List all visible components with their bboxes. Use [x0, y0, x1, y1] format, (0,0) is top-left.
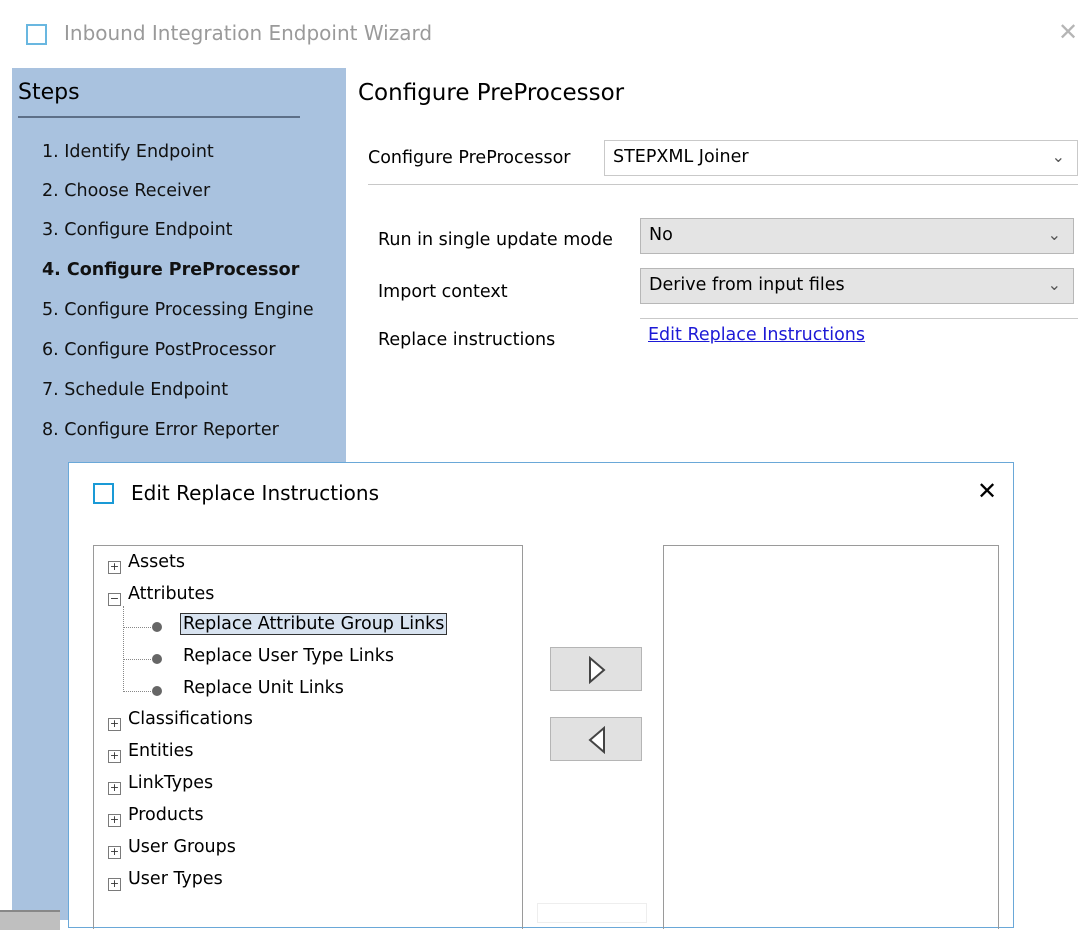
selected-instructions-list[interactable] — [663, 545, 999, 929]
sidebar-footer — [0, 910, 60, 930]
divider — [368, 184, 1078, 185]
steps-title: Steps — [18, 80, 80, 105]
leaf-icon — [152, 654, 162, 664]
step-configure-processing-engine[interactable]: 5. Configure Processing Engine — [42, 300, 314, 320]
import-context-value: Derive from input files — [649, 275, 845, 295]
tree-node-products[interactable]: Products — [128, 805, 204, 825]
replace-instructions-field: Edit Replace Instructions — [640, 318, 1078, 357]
remove-button[interactable] — [550, 717, 642, 761]
leaf-icon — [152, 622, 162, 632]
chevron-down-icon: ⌄ — [1051, 147, 1065, 166]
tree-connector — [123, 627, 151, 628]
import-context-label: Import context — [378, 282, 508, 302]
collapse-icon[interactable]: − — [108, 593, 121, 606]
arrow-right-icon — [589, 656, 606, 684]
step-configure-endpoint[interactable]: 3. Configure Endpoint — [42, 220, 233, 240]
tree-connector — [123, 659, 151, 660]
edit-replace-instructions-link[interactable]: Edit Replace Instructions — [648, 325, 865, 345]
step-schedule-endpoint[interactable]: 7. Schedule Endpoint — [42, 380, 228, 400]
tree-connector — [123, 606, 124, 692]
replace-instructions-label: Replace instructions — [378, 330, 556, 350]
wizard-titlebar: Inbound Integration Endpoint Wizard ✕ — [0, 0, 1078, 68]
step-choose-receiver[interactable]: 2. Choose Receiver — [42, 181, 210, 201]
single-update-value: No — [649, 225, 673, 245]
window-icon — [26, 24, 47, 45]
leaf-icon — [152, 686, 162, 696]
wizard-close-icon[interactable]: ✕ — [1058, 18, 1078, 46]
import-context-select[interactable]: Derive from input files ⌄ — [640, 268, 1074, 304]
expand-icon[interactable]: + — [108, 814, 121, 827]
step-identify-endpoint[interactable]: 1. Identify Endpoint — [42, 142, 214, 162]
expand-icon[interactable]: + — [108, 718, 121, 731]
expand-icon[interactable]: + — [108, 878, 121, 891]
add-button[interactable] — [550, 647, 642, 691]
tree-connector — [123, 691, 151, 692]
step-configure-error-reporter[interactable]: 8. Configure Error Reporter — [42, 420, 279, 440]
tree-node-assets[interactable]: Assets — [128, 552, 185, 572]
tree-node-user-types[interactable]: User Types — [128, 869, 223, 889]
preprocessor-select[interactable]: STEPXML Joiner ⌄ — [604, 140, 1078, 176]
tree-node-entities[interactable]: Entities — [128, 741, 193, 761]
preprocessor-label: Configure PreProcessor — [368, 148, 571, 168]
expand-icon[interactable]: + — [108, 561, 121, 574]
single-update-select[interactable]: No ⌄ — [640, 218, 1074, 254]
tree-node-replace-unit-links[interactable]: Replace Unit Links — [183, 678, 344, 698]
chevron-down-icon: ⌄ — [1047, 225, 1061, 244]
expand-icon[interactable]: + — [108, 846, 121, 859]
dialog-window-icon — [93, 483, 114, 504]
tree-node-replace-attribute-group-links[interactable]: Replace Attribute Group Links — [180, 613, 448, 635]
step-configure-postprocessor[interactable]: 6. Configure PostProcessor — [42, 340, 276, 360]
single-update-label: Run in single update mode — [378, 230, 613, 250]
tree-node-linktypes[interactable]: LinkTypes — [128, 773, 213, 793]
wizard-title: Inbound Integration Endpoint Wizard — [64, 21, 433, 45]
tree-node-attributes[interactable]: Attributes — [128, 584, 214, 604]
dialog-close-icon[interactable]: ✕ — [977, 477, 997, 505]
chevron-down-icon: ⌄ — [1047, 275, 1061, 294]
arrow-left-icon — [588, 726, 605, 754]
dialog-title: Edit Replace Instructions — [131, 481, 380, 505]
tree-node-replace-user-type-links[interactable]: Replace User Type Links — [183, 646, 394, 666]
tree-node-classifications[interactable]: Classifications — [128, 709, 253, 729]
preprocessor-value: STEPXML Joiner — [613, 147, 749, 167]
tree-node-user-groups[interactable]: User Groups — [128, 837, 236, 857]
hidden-control — [537, 903, 647, 923]
expand-icon[interactable]: + — [108, 782, 121, 795]
page-title: Configure PreProcessor — [358, 80, 625, 106]
source-tree[interactable]: + Assets − Attributes Replace Attribute … — [93, 545, 523, 929]
expand-icon[interactable]: + — [108, 750, 121, 763]
step-configure-preprocessor[interactable]: 4. Configure PreProcessor — [42, 260, 299, 280]
edit-replace-dialog: Edit Replace Instructions ✕ + Assets − A… — [68, 462, 1014, 929]
steps-divider — [18, 116, 300, 118]
